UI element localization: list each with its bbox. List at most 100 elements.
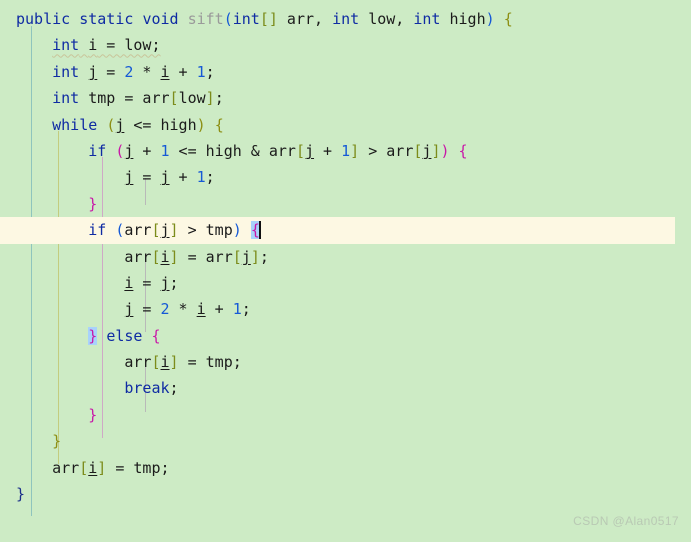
code-line[interactable]: int j = 2 * i + 1; — [0, 59, 691, 85]
code-token: i — [88, 458, 98, 477]
code-token: ] — [350, 141, 360, 160]
code-token: if — [88, 221, 107, 240]
code-token: while — [52, 115, 98, 134]
code-line[interactable]: int i = low; — [0, 32, 691, 58]
code-line-current[interactable]: if (arr[j] > tmp) { — [0, 217, 675, 244]
code-line[interactable]: } — [0, 481, 691, 507]
code-token: int — [52, 36, 80, 55]
code-token: [] — [259, 10, 278, 28]
code-token: } — [88, 194, 98, 213]
code-line[interactable]: int tmp = arr[low]; — [0, 85, 691, 111]
code-token: ; — [169, 379, 179, 398]
code-line[interactable]: } else { — [0, 323, 691, 349]
watermark: CSDN @Alan0517 — [573, 513, 679, 528]
code-token: ; — [214, 89, 224, 108]
code-token: = — [133, 300, 161, 319]
code-token: j — [160, 221, 170, 240]
code-token: ] — [169, 221, 179, 240]
code-token: low, — [359, 10, 414, 28]
code-line[interactable]: arr[i] = tmp; — [0, 455, 691, 481]
code-token: ] — [97, 458, 107, 477]
code-line[interactable]: } — [0, 428, 691, 454]
code-line[interactable]: j = j + 1; — [0, 164, 691, 190]
code-token: 1 — [196, 168, 206, 187]
code-token: int — [413, 10, 441, 28]
code-token: = — [133, 168, 161, 187]
code-token: + — [205, 300, 233, 319]
code-token: + — [169, 62, 197, 81]
code-token: ; — [259, 247, 269, 266]
code-token: 1 — [160, 141, 170, 160]
code-line[interactable]: i = j; — [0, 270, 691, 296]
code-line[interactable]: j = 2 * i + 1; — [0, 296, 691, 322]
code-token: { — [151, 326, 161, 345]
code-token: ) — [485, 10, 495, 28]
code-token: [ — [232, 247, 242, 266]
code-line[interactable]: public static void sift(int[] arr, int l… — [0, 6, 691, 32]
code-token: ] — [169, 247, 179, 266]
code-token: 1 — [341, 141, 351, 160]
code-token: ; — [205, 168, 215, 187]
code-token: arr — [124, 221, 152, 240]
code-token: ) — [440, 141, 450, 160]
code-line[interactable]: } — [0, 402, 691, 428]
code-token: low — [178, 89, 206, 108]
code-token: + — [169, 168, 197, 187]
code-token: if — [88, 141, 107, 160]
code-line[interactable]: } — [0, 191, 691, 217]
code-token: [ — [151, 353, 161, 372]
code-line[interactable]: if (j + 1 <= high & arr[j + 1] > arr[j])… — [0, 138, 691, 164]
code-token: public — [16, 10, 71, 28]
code-token: ] — [169, 353, 179, 372]
code-token: [ — [295, 141, 305, 160]
code-token: } — [88, 326, 98, 345]
code-token: break — [124, 379, 170, 398]
code-token: int — [332, 10, 360, 28]
code-token: else — [106, 326, 143, 345]
code-lines[interactable]: public static void sift(int[] arr, int l… — [0, 6, 691, 507]
code-line[interactable]: while (j <= high) { — [0, 112, 691, 138]
code-line[interactable]: arr[i] = tmp; — [0, 349, 691, 375]
code-token: i — [160, 62, 170, 81]
code-token: static — [79, 10, 134, 28]
code-token: tmp = arr — [79, 89, 170, 108]
code-token: { — [458, 141, 468, 160]
code-token: i — [160, 247, 170, 266]
code-line[interactable]: arr[i] = arr[j]; — [0, 244, 691, 270]
code-token: arr — [124, 353, 152, 372]
code-token: ; — [241, 300, 251, 319]
code-token: * — [169, 300, 197, 319]
code-token: j — [160, 273, 170, 292]
code-token: ( — [106, 115, 116, 134]
code-token: = low; — [97, 36, 161, 55]
code-token: j — [305, 141, 315, 160]
code-token: int — [52, 62, 80, 81]
code-token: 2 — [160, 300, 170, 319]
code-token: sift — [187, 10, 224, 28]
code-line[interactable]: break; — [0, 375, 691, 401]
code-token: ; — [169, 273, 179, 292]
code-token: j — [160, 168, 170, 187]
code-token: ) — [196, 115, 206, 134]
code-token: int — [232, 10, 260, 28]
code-token: high — [440, 10, 486, 28]
code-token: arr — [124, 247, 152, 266]
code-editor[interactable]: public static void sift(int[] arr, int l… — [0, 0, 691, 542]
code-token: void — [142, 10, 179, 28]
code-token: <= high — [124, 115, 197, 134]
code-token: ; — [205, 62, 215, 81]
